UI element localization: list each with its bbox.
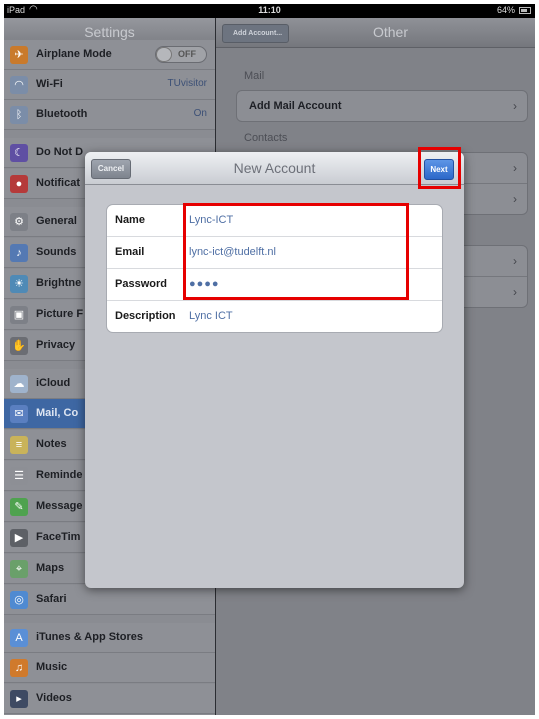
airplane-icon: ✈	[10, 46, 28, 64]
chevron-right-icon: ›	[513, 99, 517, 113]
sidebar-item-label: Notes	[36, 438, 67, 450]
bluetooth-icon: ᛒ	[10, 106, 28, 124]
contacts-section-header: Contacts	[244, 132, 288, 144]
chevron-right-icon: ›	[513, 285, 517, 299]
email-label: Email	[115, 246, 145, 258]
maps-icon: ⌖	[10, 560, 28, 578]
sidebar-item[interactable]: ᛒ Bluetooth On	[4, 100, 215, 130]
sidebar-item[interactable]: ◠ Wi-Fi TUvisitor	[4, 70, 215, 100]
status-bar: iPad ◠ 11:10 64%	[4, 4, 535, 18]
sidebar-item[interactable]: ◎ Safari	[4, 585, 215, 615]
sidebar-item-label: Brightne	[36, 277, 82, 289]
sidebar-item[interactable]: AiTunes & App Stores	[4, 623, 215, 653]
safari-icon: ◎	[10, 591, 28, 609]
sidebar-item-label: General	[36, 215, 77, 227]
dialog-title: New Account	[233, 160, 316, 176]
reminders-icon: ☰	[10, 467, 28, 485]
moon-icon: ☾	[10, 144, 28, 162]
sidebar-item[interactable]: ▸ Videos	[4, 684, 215, 714]
battery-percent: 64%	[496, 5, 515, 15]
name-label: Name	[115, 214, 145, 226]
airplane-mode-toggle[interactable]: OFF	[155, 46, 207, 63]
sidebar-item-label: Privacy	[36, 339, 76, 351]
sidebar-item-label: Bluetooth	[36, 108, 88, 120]
mail-group: Add Mail Account ›	[236, 90, 528, 122]
mail-section-header: Mail	[244, 70, 265, 82]
sidebar-item-label: Airplane Mode	[36, 48, 112, 60]
dialog-navbar: Cancel New Account Next	[85, 152, 464, 185]
sidebar-item[interactable]: ♫ Music	[4, 653, 215, 683]
sidebar-item-label: Maps	[36, 562, 65, 574]
sidebar-item-value: TUvisitor	[167, 78, 207, 89]
sidebar-item-label: Sounds	[36, 246, 77, 258]
next-button-highlight	[418, 147, 461, 189]
detail-navbar: Add Account... Other	[216, 18, 535, 48]
sidebar-item-label: FaceTim	[36, 531, 81, 543]
add-mail-account-cell[interactable]: Add Mail Account ›	[237, 91, 527, 121]
sidebar-item-label: Reminde	[36, 469, 83, 481]
wifi-icon: ◠	[10, 76, 28, 94]
password-label: Password	[115, 278, 167, 290]
gear-icon: ⚙	[10, 213, 28, 231]
sidebar-item-label: Message	[36, 500, 83, 512]
detail-title: Other	[372, 24, 408, 40]
fields-highlight	[183, 203, 409, 300]
sidebar-item-label: Music	[36, 661, 68, 673]
sidebar-item-label: Picture F	[36, 308, 84, 320]
chevron-right-icon: ›	[513, 192, 517, 206]
sidebar-item-label: iTunes & App Stores	[36, 631, 143, 643]
hand-icon: ✋	[10, 337, 28, 355]
notes-icon: ≡	[10, 436, 28, 454]
toggle-knob	[156, 47, 172, 62]
cloud-icon: ☁	[10, 375, 28, 393]
music-icon: ♫	[10, 659, 28, 677]
clock: 11:10	[258, 5, 281, 15]
description-label: Description	[115, 310, 176, 322]
chevron-right-icon: ›	[513, 254, 517, 268]
sidebar-item-label: Mail, Co	[36, 407, 79, 419]
messages-icon: ✎	[10, 498, 28, 516]
mail-icon: ✉	[10, 405, 28, 423]
sidebar-item-label: Wi-Fi	[36, 78, 63, 90]
description-field[interactable]: Lync ICT	[189, 310, 233, 322]
sidebar-item-label: Notificat	[36, 177, 80, 189]
sidebar-item-label: Do Not D	[36, 146, 84, 158]
chevron-right-icon: ›	[513, 161, 517, 175]
facetime-icon: ▶	[10, 529, 28, 547]
app-store-icon: A	[10, 629, 28, 647]
sidebar-item-label: iCloud	[36, 377, 71, 389]
notifications-icon: ●	[10, 175, 28, 193]
picture-frame-icon: ▣	[10, 306, 28, 324]
sidebar-item-label: Videos	[36, 692, 72, 704]
sidebar-item[interactable]: ✈ Airplane Mode OFF	[4, 40, 215, 70]
ipad-screen: iPad ◠ 11:10 64% Settings ✈ Airplane Mode…	[4, 4, 535, 715]
battery-icon	[519, 7, 531, 14]
speaker-icon: ♪	[10, 244, 28, 262]
sidebar-item-label: Safari	[36, 593, 67, 605]
toggle-state: OFF	[178, 49, 196, 59]
add-mail-account-label: Add Mail Account	[249, 100, 342, 112]
videos-icon: ▸	[10, 690, 28, 708]
sidebar-item-value: On	[193, 108, 207, 119]
brightness-icon: ☀	[10, 275, 28, 293]
description-row[interactable]: Description Lync ICT	[107, 301, 442, 332]
